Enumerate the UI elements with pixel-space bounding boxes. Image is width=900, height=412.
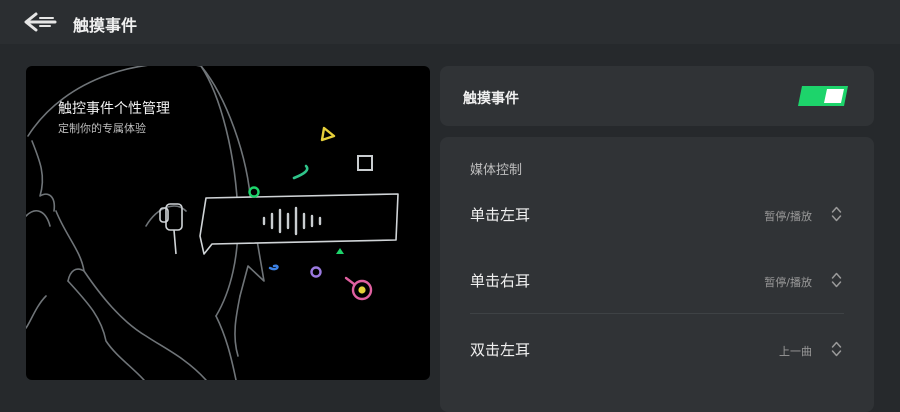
row-label: 双击左耳 — [470, 341, 531, 359]
hero-subtitle: 定制你的专属体验 — [58, 122, 146, 135]
media-control-card: 媒体控制 单击左耳 暂停/播放 单击右耳 暂停/播放 双击左耳 上一曲 — [440, 137, 874, 412]
row-value: 上一曲 — [779, 345, 812, 358]
touch-event-label: 触摸事件 — [463, 91, 519, 107]
row-single-tap-left[interactable]: 单击左耳 暂停/播放 — [440, 180, 874, 246]
up-down-chevron-icon — [831, 206, 842, 222]
row-double-tap-left[interactable]: 双击左耳 上一曲 — [440, 315, 874, 381]
touch-event-toggle-card: 触摸事件 — [440, 66, 874, 126]
up-down-chevron-icon — [831, 341, 842, 357]
hero-title: 触控事件个性管理 — [58, 101, 170, 117]
row-single-tap-right[interactable]: 单击右耳 暂停/播放 — [440, 246, 874, 312]
row-value: 暂停/播放 — [764, 276, 812, 289]
row-label: 单击右耳 — [470, 272, 531, 290]
touch-event-toggle-switch[interactable] — [798, 85, 848, 107]
hero-illustration-card: 触控事件个性管理 定制你的专属体验 — [26, 66, 430, 380]
section-label-media-control: 媒体控制 — [470, 163, 523, 178]
page-title: 触摸事件 — [73, 16, 138, 35]
back-arrow-icon[interactable] — [22, 11, 58, 33]
row-label: 单击左耳 — [470, 206, 531, 224]
row-divider — [470, 313, 844, 314]
row-value: 暂停/播放 — [764, 210, 812, 223]
up-down-chevron-icon — [831, 272, 842, 288]
top-bar: 触摸事件 — [0, 0, 900, 44]
